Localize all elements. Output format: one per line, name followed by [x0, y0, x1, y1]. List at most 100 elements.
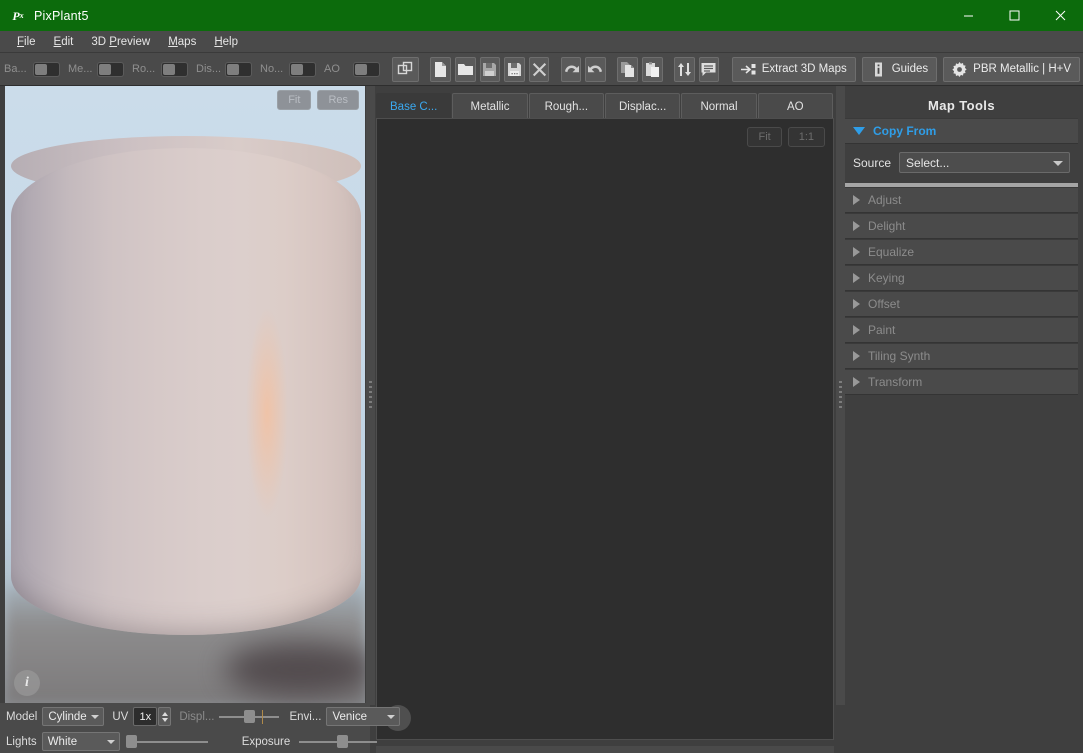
uv-stepper-arrows[interactable] — [158, 707, 171, 726]
chevron-right-icon — [853, 273, 860, 283]
roughness-switch[interactable] — [161, 62, 188, 77]
minimize-icon[interactable] — [945, 0, 991, 31]
main-toolbar: Ba... Me... Ro... Dis... No... AO — [0, 53, 1083, 86]
normal-toggle[interactable]: No... — [260, 62, 322, 77]
maximize-icon[interactable] — [991, 0, 1037, 31]
chevron-right-icon — [853, 247, 860, 257]
exposure-label: Exposure — [242, 736, 291, 748]
extract-3d-maps-button[interactable]: Extract 3D Maps — [732, 57, 856, 82]
base-color-toggle[interactable]: Ba... — [4, 62, 66, 77]
tab-base-color[interactable]: Base C... — [376, 93, 451, 119]
canvas-one-to-one-button[interactable]: 1:1 — [788, 127, 825, 147]
uv-stepper-value[interactable]: 1x — [133, 707, 157, 726]
section-delight[interactable]: Delight — [845, 213, 1078, 239]
section-transform[interactable]: Transform — [845, 369, 1078, 395]
displacement-switch[interactable] — [225, 62, 252, 77]
displacement-slider[interactable] — [219, 709, 279, 725]
preview-zoom-buttons: Fit Res — [277, 90, 359, 110]
menu-3d-preview-post: review — [117, 36, 150, 48]
menu-maps-mnemonic: M — [168, 36, 178, 48]
copy-icon[interactable] — [617, 57, 638, 82]
source-select[interactable]: Select... — [899, 152, 1070, 173]
stepper-up-icon[interactable] — [162, 712, 168, 716]
map-tools-title: Map Tools — [845, 93, 1078, 118]
slider-thumb[interactable] — [337, 735, 348, 748]
chevron-down-icon — [1053, 161, 1063, 166]
map-toggle-group: Ba... Me... Ro... Dis... No... AO — [0, 57, 421, 82]
menu-help[interactable]: Help — [205, 32, 247, 52]
metallic-toggle[interactable]: Me... — [68, 62, 130, 77]
section-copy-from[interactable]: Copy From — [845, 118, 1078, 144]
lights-select[interactable]: White — [42, 732, 120, 751]
normal-switch[interactable] — [289, 62, 316, 77]
map-canvas[interactable]: Fit 1:1 i — [376, 118, 834, 740]
metallic-toggle-label: Me... — [68, 63, 94, 75]
section-equalize[interactable]: Equalize — [845, 239, 1078, 265]
title-bar: Px PixPlant5 — [0, 0, 1083, 31]
displacement-toggle[interactable]: Dis... — [196, 62, 258, 77]
menu-file-mnemonic: F — [17, 36, 24, 48]
section-tiling-synth-label: Tiling Synth — [868, 349, 930, 363]
new-icon[interactable] — [430, 57, 451, 82]
ao-toggle[interactable]: AO — [324, 62, 386, 77]
preview-res-button[interactable]: Res — [317, 90, 359, 110]
close-icon[interactable] — [1037, 0, 1083, 31]
section-keying[interactable]: Keying — [845, 265, 1078, 291]
menu-edit[interactable]: Edit — [45, 32, 83, 52]
left-splitter[interactable] — [366, 86, 375, 705]
cylinder-mesh[interactable] — [11, 148, 361, 635]
lights-intensity-slider[interactable] — [126, 734, 208, 750]
environment-select[interactable]: Venice — [326, 707, 400, 726]
tab-ao[interactable]: AO — [758, 93, 833, 119]
menu-file[interactable]: File — [8, 32, 45, 52]
save-icon[interactable] — [480, 57, 501, 82]
stepper-down-icon[interactable] — [162, 718, 168, 722]
roughness-toggle[interactable]: Ro... — [132, 62, 194, 77]
base-color-switch[interactable] — [33, 62, 60, 77]
menu-bar: File Edit 3D Preview Maps Help — [0, 31, 1083, 53]
detach-window-icon[interactable] — [392, 57, 419, 82]
paste-icon[interactable] — [642, 57, 663, 82]
slider-thumb[interactable] — [126, 735, 137, 748]
window-title: PixPlant5 — [34, 9, 89, 23]
close-document-icon[interactable] — [529, 57, 550, 82]
lights-select-value: White — [48, 736, 77, 748]
chevron-down-icon — [853, 127, 865, 135]
section-tiling-synth[interactable]: Tiling Synth — [845, 343, 1078, 369]
displacement-toggle-label: Dis... — [196, 63, 222, 75]
save-as-icon[interactable] — [504, 57, 525, 82]
tab-normal[interactable]: Normal — [681, 93, 756, 119]
preset-button[interactable]: PBR Metallic | H+V — [943, 57, 1080, 82]
chevron-down-icon — [107, 740, 115, 744]
canvas-fit-button[interactable]: Fit — [747, 127, 781, 147]
right-splitter[interactable] — [836, 86, 845, 705]
preview-info-icon[interactable]: i — [14, 670, 40, 696]
redo-icon[interactable] — [585, 57, 606, 82]
preview-fit-button[interactable]: Fit — [277, 90, 311, 110]
model-select-value: Cylinde — [48, 711, 86, 723]
chevron-down-icon — [387, 715, 395, 719]
tab-roughness[interactable]: Rough... — [529, 93, 604, 119]
section-paint[interactable]: Paint — [845, 317, 1078, 343]
section-offset[interactable]: Offset — [845, 291, 1078, 317]
swap-icon[interactable] — [674, 57, 695, 82]
section-delight-label: Delight — [868, 219, 905, 233]
menu-maps[interactable]: Maps — [159, 32, 205, 52]
environment-label: Envi... — [289, 711, 321, 723]
guides-button[interactable]: Guides — [862, 57, 937, 82]
undo-icon[interactable] — [561, 57, 582, 82]
exposure-slider[interactable] — [299, 734, 377, 750]
tab-displacement[interactable]: Displac... — [605, 93, 680, 119]
ao-toggle-label: AO — [324, 63, 350, 75]
open-icon[interactable] — [455, 57, 476, 82]
metallic-switch[interactable] — [97, 62, 124, 77]
ao-switch[interactable] — [353, 62, 380, 77]
slider-thumb[interactable] — [244, 710, 255, 723]
section-adjust[interactable]: Adjust — [845, 187, 1078, 213]
tab-metallic[interactable]: Metallic — [452, 93, 527, 119]
comment-icon[interactable] — [699, 57, 720, 82]
model-select[interactable]: Cylinde — [42, 707, 104, 726]
3d-preview-viewport[interactable]: Fit Res i — [5, 86, 365, 705]
map-tools-panel: Map Tools Copy From Source Select... Adj… — [845, 93, 1078, 746]
menu-3d-preview[interactable]: 3D Preview — [82, 32, 159, 52]
